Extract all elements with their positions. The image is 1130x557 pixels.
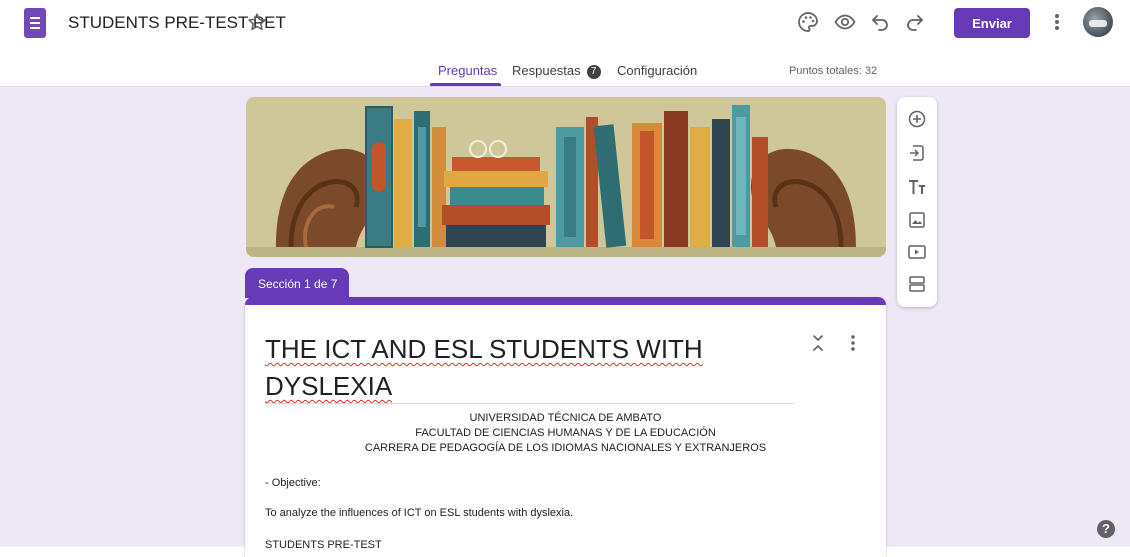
university-name: UNIVERSIDAD TÉCNICA DE AMBATO	[469, 412, 662, 424]
tabs-bar: Preguntas Respuestas 7 Configuración Punt…	[0, 48, 1130, 87]
faculty-name: FACULTAD DE CIENCIAS HUMANAS Y DE LA EDU…	[415, 427, 716, 439]
collapse-section-icon[interactable]	[810, 333, 826, 353]
section-indicator-tab: Sección 1 de 7	[245, 268, 349, 298]
section-more-icon[interactable]	[847, 333, 859, 353]
import-questions-icon[interactable]	[907, 143, 927, 163]
career-name: CARRERA DE PEDAGOGÍA DE LOS IDIOMAS NACI…	[364, 442, 767, 454]
redo-icon[interactable]	[903, 10, 927, 34]
undo-icon[interactable]	[868, 10, 892, 34]
description-footer: STUDENTS PRE-TEST	[265, 539, 382, 551]
form-header-card[interactable]: THE ICT AND ESL STUDENTS WITH DYSLEXIA U…	[245, 297, 886, 557]
total-points: Puntos totales: 32	[789, 65, 878, 77]
palette-icon[interactable]	[796, 10, 820, 34]
avatar[interactable]	[1083, 7, 1113, 37]
help-icon[interactable]: ?	[1097, 520, 1115, 538]
forms-logo-icon[interactable]	[24, 8, 46, 38]
tab-respuestas-label: Respuestas	[512, 63, 581, 78]
section-indicator-label: Sección 1 de 7	[258, 277, 338, 291]
tab-preguntas[interactable]: Preguntas	[438, 63, 497, 78]
objective-label: - Objective:	[265, 477, 321, 489]
star-icon[interactable]	[246, 11, 268, 33]
send-button[interactable]: Enviar	[954, 8, 1030, 38]
preview-eye-icon[interactable]	[833, 10, 857, 34]
responses-count-badge: 7	[586, 65, 601, 79]
add-question-icon[interactable]	[907, 109, 927, 129]
add-section-icon[interactable]	[907, 274, 927, 294]
add-image-icon[interactable]	[907, 210, 927, 230]
add-video-icon[interactable]	[907, 242, 927, 262]
tab-configuracion[interactable]: Configuración	[617, 63, 697, 78]
tab-respuestas[interactable]: Respuestas 7	[512, 63, 601, 79]
side-toolbar	[897, 97, 937, 307]
objective-text: To analyze the influences of ICT on ESL …	[265, 507, 574, 519]
more-vert-icon[interactable]	[1047, 10, 1067, 34]
top-bar: STUDENTS PRE-TEST PET Enviar	[0, 0, 1130, 48]
active-tab-indicator	[430, 83, 501, 86]
add-title-icon[interactable]	[907, 177, 927, 197]
title-divider	[265, 403, 795, 404]
form-title[interactable]: THE ICT AND ESL STUDENTS WITH DYSLEXIA	[265, 331, 785, 405]
header-banner-image	[246, 97, 886, 257]
